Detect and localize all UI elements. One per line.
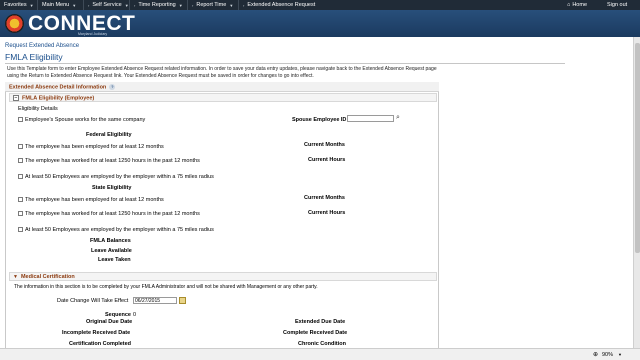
spouse-same-company-checkbox[interactable]	[18, 117, 23, 123]
federal-50-employees-label: At least 50 Employees are employed by th…	[25, 174, 214, 180]
detail-section-header: Extended Absence Detail Information?	[5, 82, 439, 92]
nav-favorites-label: Favorites	[4, 2, 27, 8]
state-12-months-row: The employee has been employed for at le…	[18, 197, 164, 203]
leave-taken-label: Leave Taken	[98, 257, 131, 263]
nav-time-reporting-label: Time Reporting	[138, 2, 176, 8]
certification-completed-label: Certification Completed	[69, 341, 132, 347]
federal-12-months-checkbox[interactable]	[18, 144, 23, 150]
nav-time-reporting[interactable]: › Time Reporting ▼	[130, 0, 188, 10]
help-icon[interactable]: ?	[109, 84, 116, 90]
spouse-same-company-label: Employee's Spouse works for the same com…	[25, 117, 146, 123]
page-title: FMLA Eligibility	[5, 52, 63, 62]
sequence-label: Sequence	[105, 312, 131, 318]
fmla-eligibility-header[interactable]: − FMLA Eligibility (Employee)	[9, 93, 437, 102]
chevron-down-icon[interactable]: ▼	[618, 352, 622, 357]
federal-1250-hours-checkbox[interactable]	[18, 158, 23, 164]
chevron-down-icon: ▼	[178, 2, 183, 8]
state-current-hours-label: Current Hours	[308, 210, 346, 216]
zoom-level[interactable]: 90%	[602, 352, 613, 358]
federal-50-employees-row: At least 50 Employees are employed by th…	[18, 174, 214, 180]
sign-out-link[interactable]: Sign out	[607, 0, 627, 10]
nav-main-menu[interactable]: Main Menu ▼	[38, 0, 84, 10]
chronic-condition-label: Chronic Condition	[298, 341, 346, 347]
chevron-down-icon: ▼	[72, 2, 77, 8]
federal-50-employees-checkbox[interactable]	[18, 174, 23, 180]
chevron-down-icon[interactable]: ▼	[13, 274, 18, 280]
breadcrumb-separator-icon: ›	[243, 2, 245, 8]
state-1250-hours-label: The employee has worked for at least 125…	[25, 211, 200, 217]
chevron-down-icon: ▼	[29, 2, 34, 8]
top-navigation-bar: Favorites ▼ Main Menu ▼ › Self Service ▼ › Ti…	[0, 0, 640, 10]
federal-current-hours-label: Current Hours	[308, 157, 346, 163]
chevron-down-icon: ▼	[124, 2, 129, 8]
state-eligibility-label: State Eligibility	[92, 185, 132, 191]
title-divider	[5, 63, 565, 64]
nav-self-service[interactable]: › Self Service ▼	[84, 0, 130, 10]
state-12-months-label: The employee has been employed for at le…	[25, 197, 164, 203]
chevron-down-icon: ▼	[229, 2, 234, 8]
home-icon: ⌂	[567, 2, 571, 8]
search-icon[interactable]: ⌕	[396, 114, 400, 122]
home-label: Home	[572, 2, 587, 8]
browser-status-bar: ⊕ 90% ▼	[0, 348, 640, 360]
home-link[interactable]: ⌂ Home	[567, 0, 587, 10]
nav-favorites[interactable]: Favorites ▼	[0, 0, 38, 10]
breadcrumb[interactable]: Request Extended Absence	[5, 43, 79, 49]
maryland-seal-logo-icon	[5, 14, 24, 33]
spouse-employee-id-label: Spouse Employee ID	[292, 117, 347, 123]
sign-out-label: Sign out	[607, 2, 628, 8]
nav-self-service-label: Self Service	[92, 2, 122, 8]
medical-certification-note: The information in this section is to be…	[14, 284, 318, 290]
federal-current-months-label: Current Months	[304, 142, 345, 148]
date-change-input[interactable]: 06/27/2015	[133, 297, 177, 304]
scrollbar-thumb[interactable]	[635, 43, 640, 253]
nav-report-time[interactable]: › Report Time ▼	[188, 0, 239, 10]
federal-1250-hours-row: The employee has worked for at least 125…	[18, 158, 200, 164]
federal-1250-hours-label: The employee has worked for at least 125…	[25, 158, 200, 164]
leave-available-label: Leave Available	[91, 248, 132, 254]
medical-certification-title: Medical Certification	[20, 274, 75, 280]
nav-report-time-label: Report Time	[196, 2, 227, 8]
federal-12-months-label: The employee has been employed for at le…	[25, 144, 164, 150]
state-1250-hours-checkbox[interactable]	[18, 211, 23, 217]
date-change-label: Date Change Will Take Effect	[57, 298, 129, 304]
brand-tagline: Maryland Judiciary	[78, 32, 108, 36]
sequence-value: 0	[133, 312, 137, 318]
breadcrumb-separator-icon: ›	[134, 2, 136, 8]
collapse-icon[interactable]: −	[13, 95, 19, 101]
federal-12-months-row: The employee has been employed for at le…	[18, 144, 164, 150]
calendar-icon[interactable]	[179, 297, 186, 304]
eligibility-details-label: Eligibility Details	[18, 106, 58, 112]
spouse-employee-id-input[interactable]	[347, 115, 394, 122]
detail-section-title: Extended Absence Detail Information	[9, 84, 107, 91]
breadcrumb-separator-icon: ›	[192, 2, 194, 8]
nav-extended-absence-label: Extended Absence Request	[247, 2, 316, 8]
nav-extended-absence-request[interactable]: › Extended Absence Request	[239, 0, 315, 10]
state-50-employees-checkbox[interactable]	[18, 227, 23, 233]
state-50-employees-row: At least 50 Employees are employed by th…	[18, 227, 214, 233]
state-12-months-checkbox[interactable]	[18, 197, 23, 203]
medical-certification-header[interactable]: ▼ Medical Certification	[9, 272, 437, 281]
fmla-eligibility-title: FMLA Eligibility (Employee)	[22, 95, 95, 102]
federal-eligibility-label: Federal Eligibility	[86, 132, 132, 138]
incomplete-received-date-label: Incomplete Received Date	[62, 330, 131, 336]
original-due-date-label: Original Due Date	[86, 319, 133, 325]
spouse-same-company-row: Employee's Spouse works for the same com…	[18, 117, 145, 123]
intro-instructions: Use this Template form to enter Employee…	[7, 66, 437, 79]
nav-main-menu-label: Main Menu	[42, 2, 70, 8]
state-1250-hours-row: The employee has worked for at least 125…	[18, 211, 200, 217]
state-current-months-label: Current Months	[304, 195, 345, 201]
complete-received-date-label: Complete Received Date	[283, 330, 348, 336]
breadcrumb-separator-icon: ›	[88, 2, 90, 8]
extended-due-date-label: Extended Due Date	[295, 319, 346, 325]
fmla-balances-label: FMLA Balances	[90, 238, 131, 244]
vertical-scrollbar[interactable]	[633, 37, 640, 348]
state-50-employees-label: At least 50 Employees are employed by th…	[25, 227, 214, 233]
zoom-icon[interactable]: ⊕	[593, 351, 598, 358]
